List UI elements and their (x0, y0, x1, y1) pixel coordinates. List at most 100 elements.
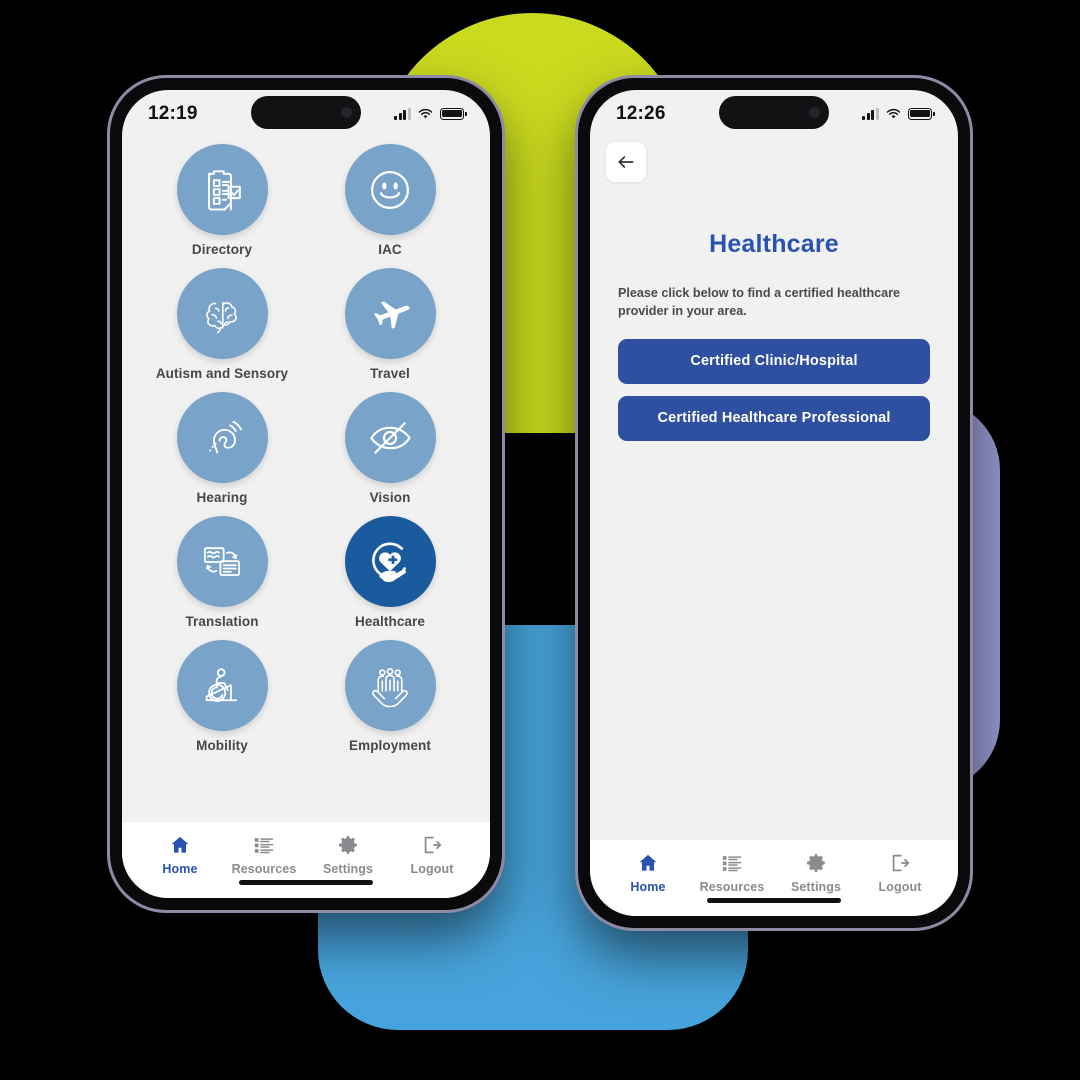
home-indicator-left (122, 879, 490, 898)
front-camera-lens (809, 107, 820, 118)
tab-logout[interactable]: Logout (390, 834, 474, 876)
tab-settings[interactable]: Settings (774, 852, 858, 894)
heart-hand-care-icon (372, 541, 406, 582)
list-icon (254, 837, 274, 853)
travel-icon-circle (344, 268, 436, 359)
employment-icon-circle (344, 640, 436, 731)
front-camera-lens (341, 107, 352, 118)
tab-bar-left: Home Resources Settings Logout (122, 821, 490, 880)
tab-label: Settings (322, 861, 374, 876)
grid-tile-travel[interactable]: Travel (320, 268, 460, 381)
smiley-face-icon (370, 170, 410, 209)
translation-swap-icon (204, 546, 240, 576)
certified-clinic-hospital-button[interactable]: Certified Clinic/Hospital (618, 338, 930, 384)
tab-settings[interactable]: Settings (306, 834, 390, 876)
ear-hearing-icon (209, 420, 243, 454)
grid-tile-mobility[interactable]: Mobility (152, 640, 292, 753)
tab-logout[interactable]: Logout (858, 852, 942, 894)
autism-icon-circle (176, 268, 268, 359)
vision-icon-circle (344, 392, 436, 483)
tab-label: Logout (878, 879, 922, 894)
status-clock: 12:19 (148, 103, 198, 124)
grid-tile-directory[interactable]: Directory (152, 144, 292, 257)
tab-label: Resources (699, 879, 765, 894)
tab-home[interactable]: Home (138, 834, 222, 876)
grid-tile-employment[interactable]: Employment (320, 640, 460, 753)
cellular-bars-icon (862, 107, 879, 120)
status-clock: 12:26 (616, 103, 666, 124)
wifi-icon (886, 108, 901, 118)
back-button[interactable] (606, 142, 646, 182)
grid-tile-label: Mobility (196, 738, 248, 753)
battery-icon (908, 107, 935, 120)
status-bar-left: 12:19 (122, 90, 490, 136)
home-grid-body: Directory IAC Autism and Sensory Travel … (122, 136, 490, 822)
grid-tile-autism-and-sensory[interactable]: Autism and Sensory (152, 268, 292, 381)
tab-label: Settings (790, 879, 842, 894)
grid-tile-label: Hearing (196, 490, 248, 505)
service-grid: Directory IAC Autism and Sensory Travel … (152, 144, 460, 753)
logout-icon (892, 854, 910, 871)
home-icon (639, 854, 657, 871)
tab-bar-right: Home Resources Settings Logout (590, 839, 958, 898)
phone-left-screen: 12:19 Directory IAC Autism and Sensory T… (122, 90, 490, 898)
tab-label: Home (162, 861, 198, 876)
logout-icon (424, 836, 442, 853)
cta-button-group: Certified Clinic/Hospital Certified Heal… (618, 338, 930, 441)
tab-label: Home (630, 879, 666, 894)
grid-tile-translation[interactable]: Translation (152, 516, 292, 629)
grid-tile-label: Travel (370, 366, 410, 381)
page-subtitle: Please click below to find a certified h… (618, 286, 901, 319)
healthcare-detail-body: Healthcare Please click below to find a … (590, 136, 958, 840)
battery-icon (440, 107, 467, 120)
eye-slash-icon (370, 421, 411, 454)
grid-tile-iac[interactable]: IAC (320, 144, 460, 257)
directory-icon-circle (176, 144, 268, 235)
tab-resources[interactable]: Resources (690, 852, 774, 894)
status-indicators (862, 107, 935, 120)
gear-icon (338, 835, 357, 854)
home-icon (171, 836, 189, 853)
clipboard-checklist-icon (208, 169, 241, 210)
back-row (590, 136, 958, 182)
grid-tile-label: Autism and Sensory (155, 366, 289, 381)
grid-tile-vision[interactable]: Vision (320, 392, 460, 505)
gear-icon (806, 853, 825, 872)
translation-icon-circle (176, 516, 268, 607)
healthcare-icon-circle (344, 516, 436, 607)
brain-icon (206, 301, 237, 333)
grid-tile-label: Healthcare (354, 614, 426, 629)
mobility-icon-circle (176, 640, 268, 731)
certified-healthcare-professional-button[interactable]: Certified Healthcare Professional (618, 395, 930, 441)
tab-label: Resources (231, 861, 297, 876)
status-bar-right: 12:26 (590, 90, 958, 136)
airplane-icon (373, 300, 410, 329)
status-indicators (394, 107, 467, 120)
phone-right: 12:26 Healthcare Please click below to f… (578, 78, 970, 928)
iac-icon-circle (344, 144, 436, 235)
page-title: Healthcare (709, 230, 839, 258)
grid-tile-label: IAC (378, 242, 402, 257)
composition-stage: 12:19 Directory IAC Autism and Sensory T… (0, 0, 1080, 1080)
wheelchair-ramp-icon (205, 667, 238, 702)
home-indicator-right (590, 897, 958, 916)
grid-tile-label: Directory (191, 242, 253, 257)
wifi-icon (418, 108, 433, 118)
cellular-bars-icon (394, 107, 411, 120)
arrow-left-icon (618, 156, 634, 168)
tab-home[interactable]: Home (606, 852, 690, 894)
phone-right-screen: 12:26 Healthcare Please click below to f… (590, 90, 958, 916)
grid-tile-healthcare[interactable]: Healthcare (320, 516, 460, 629)
dynamic-island (251, 96, 361, 129)
list-icon (722, 855, 742, 871)
dynamic-island (719, 96, 829, 129)
people-in-hands-icon (372, 667, 408, 707)
tab-resources[interactable]: Resources (222, 834, 306, 876)
grid-tile-label: Employment (348, 738, 431, 753)
phone-left: 12:19 Directory IAC Autism and Sensory T… (110, 78, 502, 910)
grid-tile-label: Translation (185, 614, 259, 629)
grid-tile-label: Vision (369, 490, 411, 505)
grid-tile-hearing[interactable]: Hearing (152, 392, 292, 505)
hearing-icon-circle (176, 392, 268, 483)
